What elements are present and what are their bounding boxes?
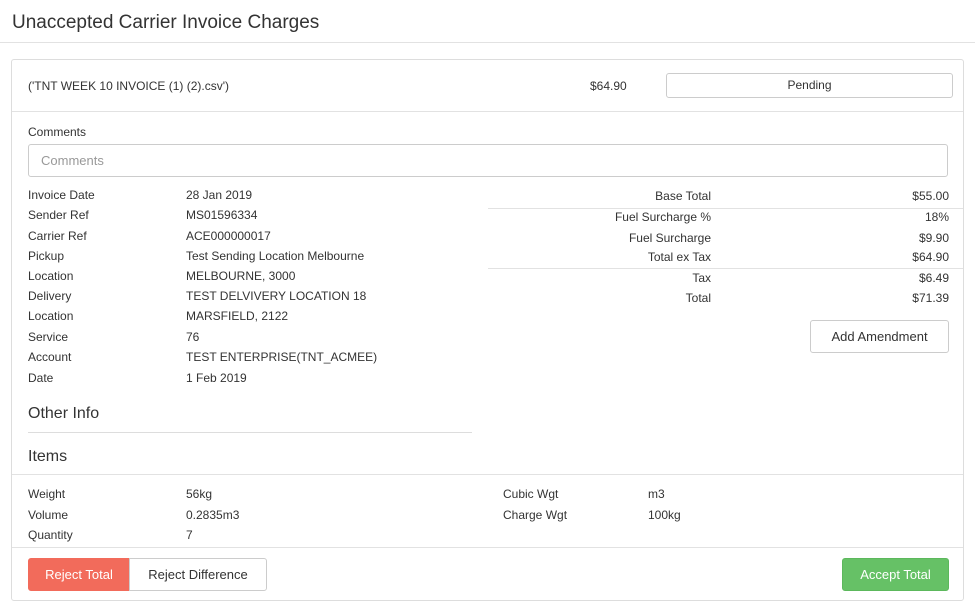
detail-label: Delivery: [28, 289, 72, 303]
item-row-weight: Weight 56kg: [28, 487, 328, 507]
detail-value: TEST ENTERPRISE(TNT_ACMEE): [186, 350, 378, 364]
item-value: m3: [648, 487, 665, 501]
detail-label: Account: [28, 350, 72, 364]
items-divider: [12, 474, 963, 475]
item-value: 56kg: [186, 487, 213, 501]
item-row-charge-wgt: Charge Wgt 100kg: [503, 508, 803, 528]
item-row-quantity: Quantity 7: [28, 528, 328, 548]
total-value: $9.90: [918, 231, 949, 245]
detail-value: Test Sending Location Melbourne: [186, 249, 365, 263]
accept-total-button[interactable]: Accept Total: [842, 558, 949, 591]
total-row-fuel-surcharge-percent: Fuel Surcharge % 18%: [488, 210, 949, 230]
other-info-heading: Other Info: [28, 405, 100, 422]
reject-total-button[interactable]: Reject Total: [28, 558, 130, 591]
detail-label: Sender Ref: [28, 208, 89, 222]
detail-label: Invoice Date: [28, 188, 95, 202]
total-value: $55.00: [912, 189, 949, 203]
total-value: $71.39: [912, 291, 949, 305]
total-row-base-total: Base Total $55.00: [488, 189, 949, 209]
detail-value: 1 Feb 2019: [186, 371, 247, 385]
header-divider: [12, 111, 963, 112]
detail-row-date: Date 1 Feb 2019: [28, 371, 468, 391]
total-row-total: Total $71.39: [488, 291, 949, 311]
detail-value: 76: [186, 330, 200, 344]
detail-value: TEST DELVIVERY LOCATION 18: [186, 289, 367, 303]
comments-input[interactable]: [28, 144, 948, 177]
total-label: Fuel Surcharge %: [614, 210, 711, 224]
item-label: Charge Wgt: [503, 508, 568, 522]
detail-row-pickup: Pickup Test Sending Location Melbourne: [28, 249, 468, 269]
detail-label: Service: [28, 330, 69, 344]
detail-row-delivery: Delivery TEST DELVIVERY LOCATION 18: [28, 289, 468, 309]
total-label: Fuel Surcharge: [628, 231, 711, 245]
total-label: Base Total: [655, 189, 711, 203]
totals-divider: [488, 268, 963, 269]
item-value: 7: [186, 528, 193, 542]
reject-difference-button[interactable]: Reject Difference: [129, 558, 267, 591]
invoice-file-name: ('TNT WEEK 10 INVOICE (1) (2).csv'): [28, 79, 230, 93]
detail-value: 28 Jan 2019: [186, 188, 253, 202]
detail-value: ACE000000017: [186, 229, 271, 243]
item-value: 0.2835m3: [186, 508, 240, 522]
total-row-total-ex-tax: Total ex Tax $64.90: [488, 250, 949, 270]
total-label: Total ex Tax: [647, 250, 711, 264]
detail-value: MELBOURNE, 3000: [186, 269, 296, 283]
footer-divider: [12, 547, 963, 548]
items-heading: Items: [28, 448, 68, 465]
total-label: Tax: [692, 271, 711, 285]
item-row-volume: Volume 0.2835m3: [28, 508, 328, 528]
detail-value: MARSFIELD, 2122: [186, 309, 289, 323]
detail-row-pickup-location: Location MELBOURNE, 3000: [28, 269, 468, 289]
totals-divider: [488, 208, 963, 209]
detail-label: Carrier Ref: [28, 229, 87, 243]
total-row-fuel-surcharge: Fuel Surcharge $9.90: [488, 231, 949, 251]
detail-label: Location: [28, 269, 74, 283]
detail-row-account: Account TEST ENTERPRISE(TNT_ACMEE): [28, 350, 468, 370]
item-label: Weight: [28, 487, 66, 501]
add-amendment-button[interactable]: Add Amendment: [810, 320, 949, 353]
detail-label: Date: [28, 371, 54, 385]
other-info-divider: [28, 432, 472, 433]
invoice-amount: $64.90: [590, 79, 627, 93]
status-badge: Pending: [666, 73, 953, 98]
total-value: 18%: [924, 210, 949, 224]
detail-row-sender-ref: Sender Ref MS01596334: [28, 208, 468, 228]
detail-label: Pickup: [28, 249, 65, 263]
detail-row-invoice-date: Invoice Date 28 Jan 2019: [28, 188, 468, 208]
detail-value: MS01596334: [186, 208, 258, 222]
title-divider: [0, 42, 975, 43]
item-label: Cubic Wgt: [503, 487, 559, 501]
detail-row-carrier-ref: Carrier Ref ACE000000017: [28, 229, 468, 249]
page-title: Unaccepted Carrier Invoice Charges: [12, 12, 320, 33]
item-label: Volume: [28, 508, 69, 522]
comments-label: Comments: [28, 125, 87, 139]
detail-label: Location: [28, 309, 74, 323]
invoice-card: ('TNT WEEK 10 INVOICE (1) (2).csv') $64.…: [11, 59, 964, 601]
detail-row-delivery-location: Location MARSFIELD, 2122: [28, 309, 468, 329]
total-row-tax: Tax $6.49: [488, 271, 949, 291]
item-row-cubic-wgt: Cubic Wgt m3: [503, 487, 803, 507]
detail-row-service: Service 76: [28, 330, 468, 350]
total-value: $64.90: [912, 250, 949, 264]
total-value: $6.49: [918, 271, 949, 285]
item-value: 100kg: [648, 508, 681, 522]
item-label: Quantity: [28, 528, 73, 542]
total-label: Total: [685, 291, 711, 305]
